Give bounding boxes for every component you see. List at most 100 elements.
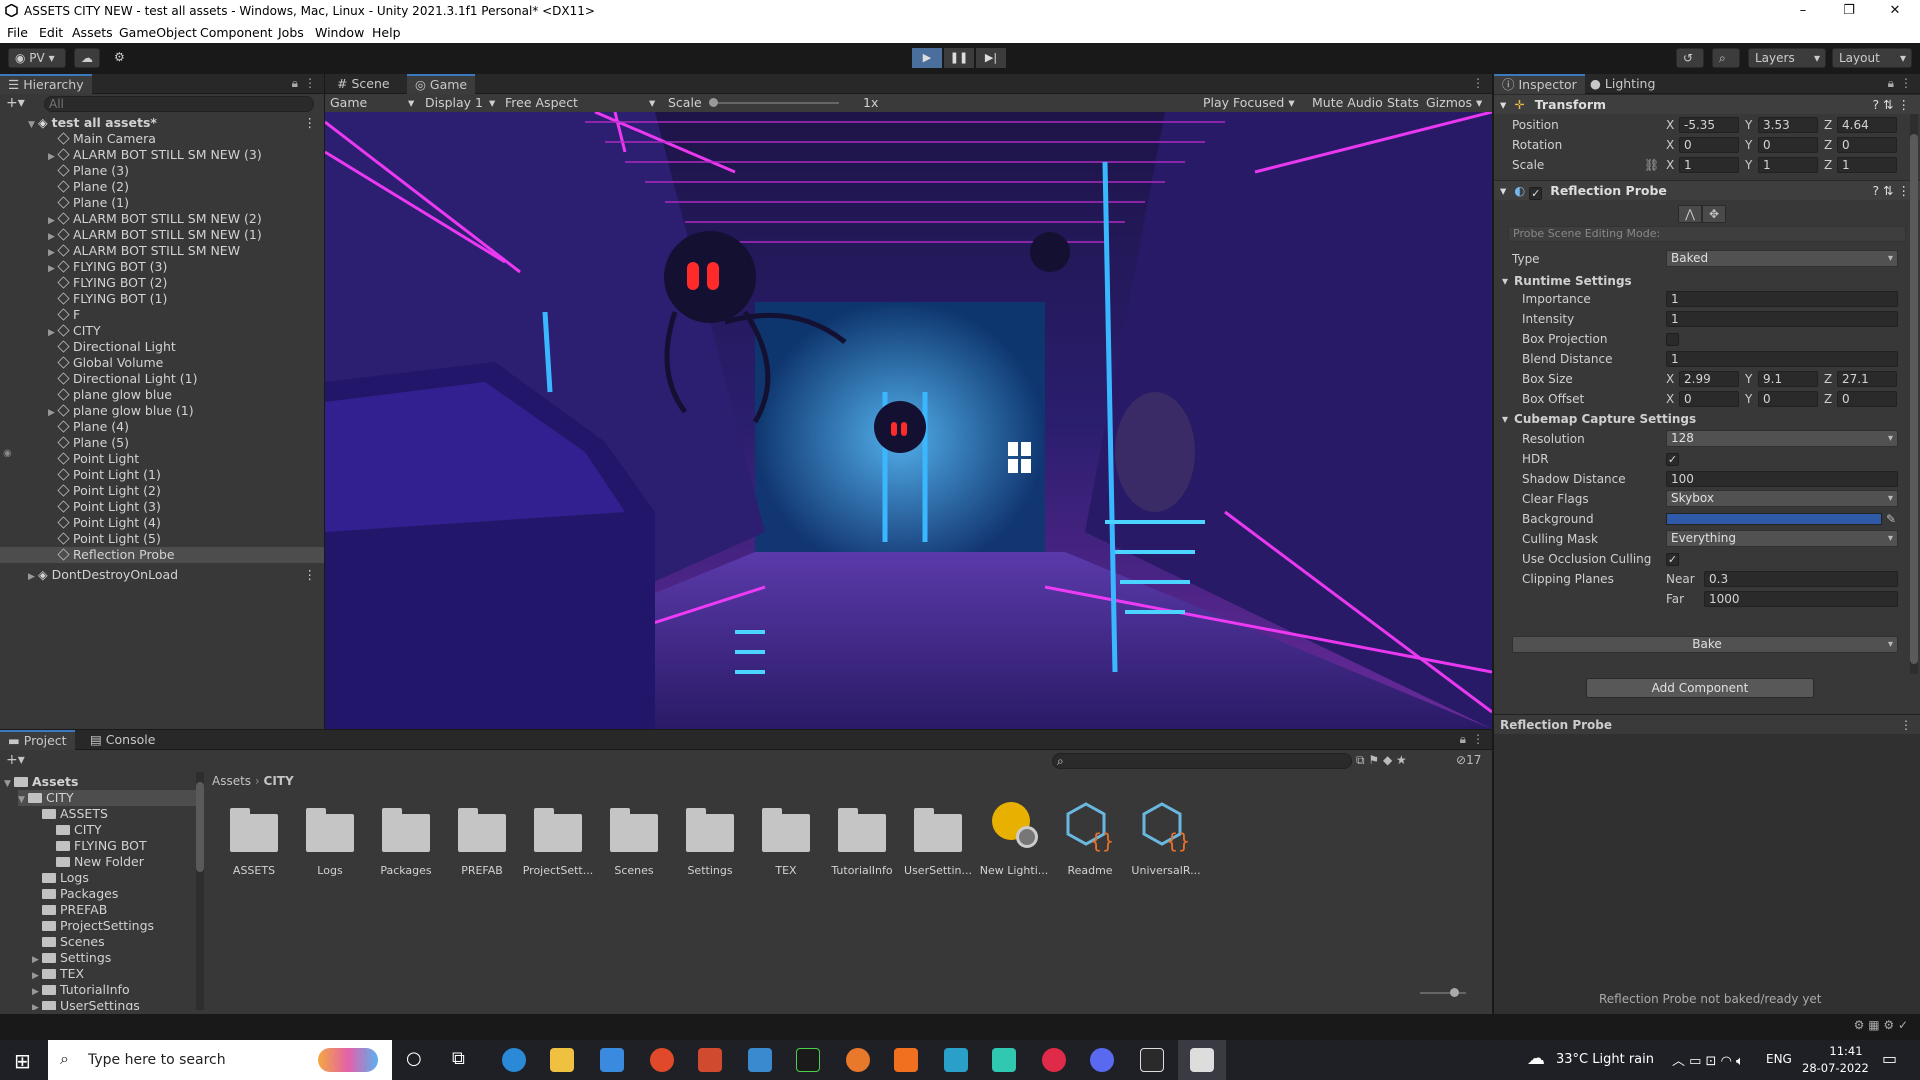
tab-game[interactable]: ◎ Game — [407, 74, 476, 94]
importance-field[interactable]: 1 — [1666, 291, 1898, 307]
shadow-distance-field[interactable]: 100 — [1666, 471, 1898, 487]
box-size-x-field[interactable]: 2.99 — [1679, 371, 1739, 387]
houdini-icon[interactable] — [894, 1048, 918, 1072]
play-focused-dropdown[interactable]: Play Focused ▾ — [1203, 95, 1295, 110]
hierarchy-item[interactable]: ▶ ALARM BOT STILL SM NEW (1) — [0, 227, 324, 243]
unity-hub-icon[interactable] — [1140, 1048, 1164, 1072]
task-view-icon[interactable]: ⧉ — [452, 1048, 465, 1069]
expand-arrow-icon[interactable]: ▼ — [18, 792, 28, 808]
discord-icon[interactable] — [1090, 1048, 1114, 1072]
project-tree-item[interactable]: CITY — [46, 822, 102, 838]
hierarchy-item[interactable]: Main Camera — [0, 131, 324, 147]
hierarchy-item[interactable]: ▶ ALARM BOT STILL SM NEW (2) — [0, 211, 324, 227]
menu-assets[interactable]: Assets — [72, 25, 113, 40]
project-search-input[interactable]: ⌕ — [1052, 753, 1352, 769]
tab-lighting[interactable]: ● Lighting — [1582, 74, 1663, 94]
game-viewport[interactable] — [325, 112, 1492, 729]
store-icon[interactable] — [600, 1048, 624, 1072]
component-menu-icons[interactable]: ? ⇅ ⋮ — [1872, 95, 1910, 115]
tab-scene[interactable]: # Scene — [329, 74, 398, 94]
hierarchy-item[interactable]: FLYING BOT (1) — [0, 291, 324, 307]
cloud-button[interactable]: ☁ — [74, 48, 100, 68]
add-icon[interactable]: +▾ — [6, 752, 25, 768]
visibility-icon[interactable]: ◉ — [3, 448, 12, 459]
occlusion-culling-checkbox[interactable]: ✓ — [1666, 553, 1679, 566]
filter-icons[interactable]: ⧉ ⚑ ◆ ★ — [1356, 753, 1407, 768]
edit-bounds-button[interactable]: ⋀ — [1678, 205, 1702, 223]
cubemap-settings-foldout[interactable]: ▾ Cubemap Capture Settings — [1494, 410, 1914, 428]
menu-help[interactable]: Help — [372, 25, 401, 40]
menu-component[interactable]: Component — [200, 25, 273, 40]
runtime-settings-foldout[interactable]: ▾ Runtime Settings — [1494, 272, 1914, 290]
icon-size-slider[interactable] — [1420, 988, 1466, 997]
clock-date[interactable]: 28-07-2022 — [1802, 1061, 1869, 1075]
menu-window[interactable]: Window — [315, 25, 364, 40]
gizmos-dropdown[interactable]: Gizmos ▾ — [1426, 95, 1482, 110]
resolution-dropdown[interactable]: 128 — [1666, 430, 1898, 447]
hierarchy-item[interactable]: Plane (5) — [0, 435, 324, 451]
rotation-z-field[interactable]: 0 — [1837, 137, 1897, 153]
more-menu-icon[interactable]: ⋮ — [1472, 76, 1484, 90]
status-icons[interactable]: ⚙ ▦ ⚙ ✓ — [1854, 1018, 1908, 1032]
hierarchy-item[interactable]: Point Light (3) — [0, 499, 324, 515]
app-red-icon[interactable] — [1042, 1048, 1066, 1072]
asset-item[interactable]: {} UniversalR... — [1128, 802, 1204, 877]
hierarchy-item[interactable]: Directional Light — [0, 339, 324, 355]
project-tree-item[interactable]: PREFAB — [32, 902, 107, 918]
mail-icon[interactable] — [748, 1048, 772, 1072]
hierarchy-item[interactable]: ▶ CITY — [0, 323, 324, 339]
tray-icons[interactable]: ︿ ▭ ⊡ ◠ 🔈︎ — [1672, 1050, 1744, 1069]
pycharm-icon[interactable] — [796, 1048, 820, 1072]
hdr-checkbox[interactable]: ✓ — [1666, 453, 1679, 466]
language-indicator[interactable]: ENG — [1766, 1052, 1792, 1066]
app-grid-icon[interactable] — [698, 1048, 722, 1072]
reflection-probe-header[interactable]: ▾ ◐ ✓ Reflection Probe? ⇅ ⋮ — [1494, 180, 1920, 200]
breadcrumb-city[interactable]: CITY — [264, 774, 294, 788]
asset-item[interactable]: ProjectSett... — [520, 802, 596, 877]
notification-icon[interactable]: ▭ — [1882, 1049, 1897, 1068]
edit-origin-button[interactable]: ✥ — [1702, 205, 1726, 223]
marvelous-icon[interactable] — [992, 1048, 1016, 1072]
project-tree-item[interactable]: ▼ CITY — [18, 790, 200, 806]
more-menu-icon[interactable]: ⋮ — [304, 115, 317, 131]
intensity-field[interactable]: 1 — [1666, 311, 1898, 327]
menu-jobs[interactable]: Jobs — [278, 25, 304, 40]
clock-time[interactable]: 11:41 — [1816, 1044, 1876, 1058]
hierarchy-item[interactable]: Point Light (1) — [0, 467, 324, 483]
far-clip-field[interactable]: 1000 — [1704, 591, 1898, 607]
bake-button[interactable]: Bake — [1512, 636, 1898, 653]
box-size-z-field[interactable]: 27.1 — [1837, 371, 1897, 387]
scale-z-field[interactable]: 1 — [1837, 157, 1897, 173]
box-offset-y-field[interactable]: 0 — [1758, 391, 1818, 407]
project-tree-item[interactable]: ASSETS — [32, 806, 108, 822]
minimize-button[interactable]: – — [1780, 0, 1826, 22]
hierarchy-item[interactable]: Point Light — [0, 451, 324, 467]
edge-icon[interactable] — [502, 1048, 526, 1072]
collab-button[interactable]: ⚙ — [108, 48, 132, 68]
box-size-y-field[interactable]: 9.1 — [1758, 371, 1818, 387]
box-projection-checkbox[interactable] — [1666, 333, 1679, 346]
project-tree-item[interactable]: ▶ TEX — [32, 966, 84, 982]
hierarchy-item[interactable]: Point Light (2) — [0, 483, 324, 499]
cortana-icon[interactable]: ○ — [406, 1048, 422, 1069]
project-tree-item[interactable]: Scenes — [32, 934, 105, 950]
tab-hierarchy[interactable]: ☰ Hierarchy — [0, 74, 92, 94]
more-menu-icon[interactable]: ⋮ — [1900, 76, 1912, 90]
menu-file[interactable]: File — [7, 25, 28, 40]
project-tree-item[interactable]: ▼ Assets — [4, 774, 78, 790]
scale-x-field[interactable]: 1 — [1679, 157, 1739, 173]
rotation-y-field[interactable]: 0 — [1758, 137, 1818, 153]
expand-arrow-icon[interactable]: ▼ — [4, 776, 14, 792]
lock-icon[interactable]: 🔒︎ — [1460, 732, 1466, 747]
culling-mask-dropdown[interactable]: Everything — [1666, 530, 1898, 547]
aspect-dropdown[interactable]: Free Aspect ▾ — [505, 95, 655, 110]
clear-flags-dropdown[interactable]: Skybox — [1666, 490, 1898, 507]
menu-edit[interactable]: Edit — [39, 25, 63, 40]
maya-icon[interactable] — [944, 1048, 968, 1072]
asset-item[interactable]: TEX — [748, 802, 824, 877]
asset-item[interactable]: Scenes — [596, 802, 672, 877]
stats-toggle[interactable]: Stats — [1387, 95, 1419, 110]
box-offset-z-field[interactable]: 0 — [1837, 391, 1897, 407]
hierarchy-item[interactable]: Plane (1) — [0, 195, 324, 211]
play-button[interactable]: ▶ — [912, 48, 942, 68]
